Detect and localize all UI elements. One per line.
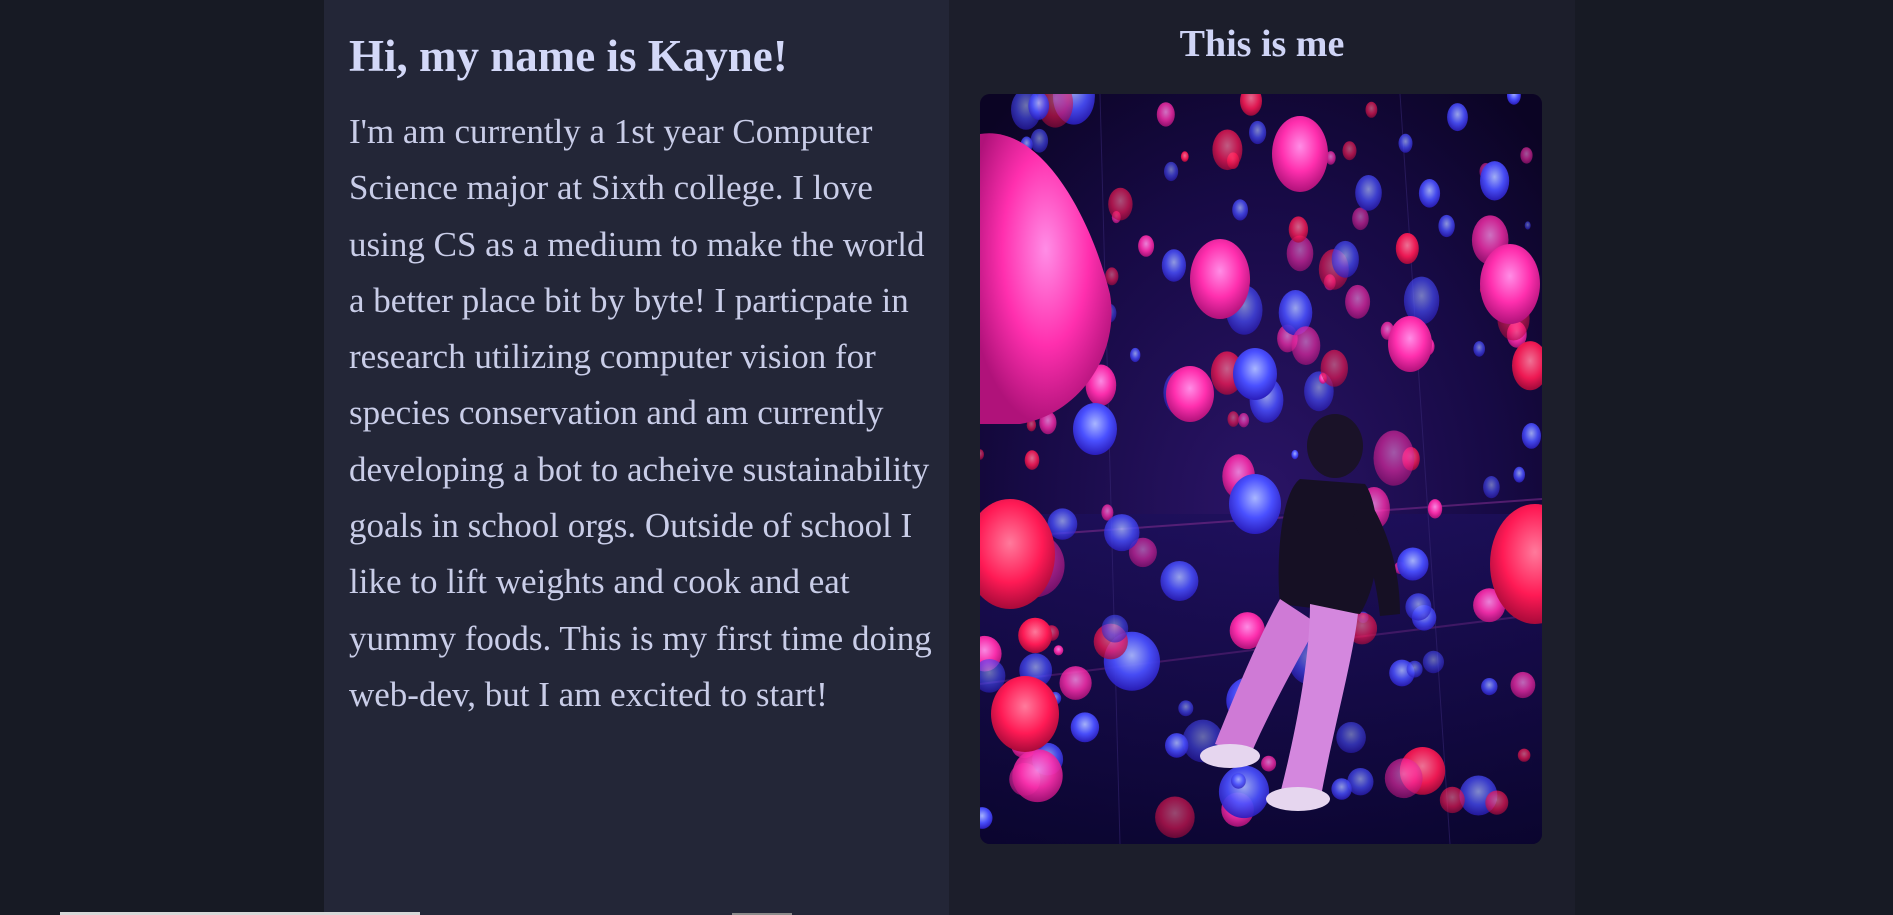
light-orb <box>1212 129 1243 171</box>
light-orb <box>1373 430 1415 486</box>
light-orb <box>1447 103 1468 132</box>
light-orb <box>1418 179 1441 208</box>
light-orb <box>1104 514 1140 552</box>
light-orb <box>1422 650 1444 674</box>
light-orb <box>1483 476 1500 499</box>
light-orb <box>1018 617 1052 654</box>
light-orb <box>1521 423 1541 449</box>
light-orb <box>1398 133 1413 153</box>
light-orb <box>1438 214 1455 238</box>
light-orb <box>1073 403 1117 455</box>
light-orb <box>1218 765 1270 819</box>
light-orb <box>1232 199 1248 221</box>
light-orb <box>1473 341 1485 357</box>
light-orb <box>1166 366 1214 422</box>
light-orb <box>1233 348 1277 400</box>
light-orb <box>1331 778 1352 800</box>
light-orb <box>1365 101 1378 118</box>
light-orb <box>1238 413 1250 428</box>
light-orb <box>1320 349 1348 387</box>
intro-panel: Hi, my name is Kayne! I'm am currently a… <box>324 0 949 915</box>
light-orb <box>1105 267 1119 286</box>
light-orb <box>1388 316 1432 372</box>
light-orb <box>1517 748 1531 762</box>
light-orb <box>1227 411 1240 427</box>
light-orb <box>1291 326 1321 365</box>
light-orb <box>1288 216 1309 243</box>
light-orb <box>1138 235 1155 257</box>
light-orb <box>1180 151 1189 162</box>
light-orb <box>1427 499 1443 519</box>
light-orb <box>1481 678 1498 696</box>
light-orb <box>1439 786 1465 814</box>
light-orb <box>1190 239 1250 319</box>
light-orb <box>1480 161 1510 201</box>
photo-caption: This is me <box>1179 23 1345 65</box>
light-orb <box>1156 102 1175 127</box>
light-orb <box>1161 249 1186 282</box>
light-orb <box>1024 450 1040 470</box>
page: Hi, my name is Kayne! I'm am currently a… <box>0 0 1893 915</box>
light-orb <box>1524 221 1531 230</box>
light-orb <box>1155 796 1195 839</box>
light-orb <box>1520 147 1533 164</box>
light-orb <box>1291 449 1299 460</box>
light-orb <box>1405 593 1432 621</box>
light-orb <box>1480 244 1540 324</box>
light-orb <box>1272 116 1328 192</box>
light-orb <box>1384 758 1423 799</box>
light-orb <box>1012 749 1063 803</box>
light-orb <box>1059 666 1092 700</box>
light-orb <box>1352 207 1369 231</box>
photo-panel: This is me <box>949 0 1575 915</box>
light-orb <box>1331 240 1359 278</box>
light-orb <box>1249 120 1267 145</box>
light-orb <box>1229 474 1281 534</box>
light-orb <box>1164 161 1179 182</box>
light-orb <box>1406 660 1423 678</box>
light-orb <box>1261 755 1277 772</box>
light-orb <box>1485 790 1509 815</box>
light-orb <box>1345 284 1371 319</box>
bio-paragraph: I'm am currently a 1st year Computer Sci… <box>349 112 932 714</box>
light-orb <box>1397 547 1429 581</box>
light-orb <box>1336 722 1366 753</box>
light-orb <box>1510 671 1536 699</box>
light-orb <box>1178 700 1194 717</box>
light-orb <box>1342 141 1357 161</box>
light-orb <box>1355 175 1382 211</box>
light-orb <box>1101 614 1129 643</box>
light-orb <box>1130 347 1141 363</box>
light-orb <box>1513 466 1525 483</box>
light-orb <box>1108 187 1133 221</box>
light-orb <box>1395 233 1419 264</box>
intro-heading: Hi, my name is Kayne! <box>349 31 788 81</box>
light-orb <box>1053 645 1064 656</box>
light-orb <box>1165 733 1189 758</box>
profile-photo-image <box>980 94 1542 844</box>
light-orb <box>1070 712 1100 743</box>
light-orb <box>1231 773 1246 789</box>
profile-photo <box>980 94 1542 844</box>
light-orb <box>1160 561 1199 601</box>
light-orb <box>1030 128 1049 153</box>
